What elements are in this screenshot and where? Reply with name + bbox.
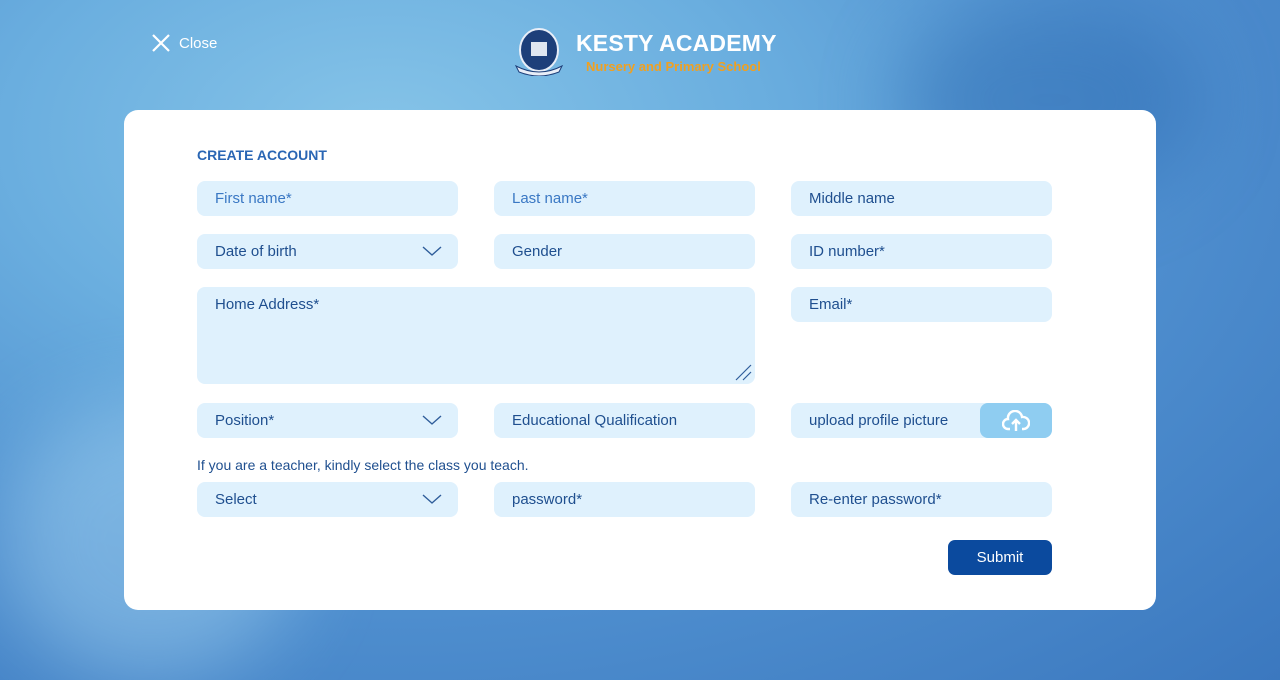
email-input[interactable]: Email* [791,287,1052,322]
school-logo [514,28,564,76]
password-input[interactable]: password* [494,482,755,517]
upload-button[interactable] [980,403,1052,438]
last-name-input[interactable]: Last name* [494,181,755,216]
chevron-down-icon [422,415,442,425]
submit-button[interactable]: Submit [948,540,1052,575]
id-number-input[interactable]: ID number* [791,234,1052,269]
gender-placeholder: Gender [512,243,563,260]
chevron-down-icon [422,246,442,256]
close-button[interactable]: Close [151,33,217,53]
first-name-placeholder: First name* [215,190,292,207]
upload-profile-picture-field[interactable]: upload profile picture [791,403,1052,438]
home-address-textarea[interactable]: Home Address* [197,287,755,384]
reenter-password-placeholder: Re-enter password* [809,491,942,508]
middle-name-input[interactable]: Middle name [791,181,1052,216]
close-label: Close [179,34,218,52]
email-placeholder: Email* [809,296,853,313]
education-placeholder: Educational Qualification [512,412,678,429]
password-placeholder: password* [512,491,583,508]
home-address-placeholder: Home Address* [215,296,320,313]
position-label: Position* [215,412,275,429]
resize-handle-icon[interactable] [734,363,752,381]
position-select[interactable]: Position* [197,403,458,438]
class-select-label: Select [215,491,257,508]
brand-subtitle: Nursery and Primary School [586,59,761,74]
create-account-card: CREATE ACCOUNT First name* Last name* Mi… [124,110,1156,610]
date-of-birth-label: Date of birth [215,243,297,260]
brand-name: KESTY ACADEMY [576,30,777,56]
reenter-password-input[interactable]: Re-enter password* [791,482,1052,517]
close-icon [152,34,170,52]
teacher-class-note: If you are a teacher, kindly select the … [197,457,529,473]
cloud-upload-icon [1002,409,1030,431]
gender-input[interactable]: Gender [494,234,755,269]
middle-name-placeholder: Middle name [809,190,895,207]
date-of-birth-select[interactable]: Date of birth [197,234,458,269]
form-title: CREATE ACCOUNT [197,147,327,163]
chevron-down-icon [422,494,442,504]
upload-label: upload profile picture [809,412,949,429]
first-name-input[interactable]: First name* [197,181,458,216]
class-select[interactable]: Select [197,482,458,517]
last-name-placeholder: Last name* [512,190,588,207]
educational-qualification-input[interactable]: Educational Qualification [494,403,755,438]
id-number-placeholder: ID number* [809,243,885,260]
brand: KESTY ACADEMY Nursery and Primary School [512,28,777,76]
